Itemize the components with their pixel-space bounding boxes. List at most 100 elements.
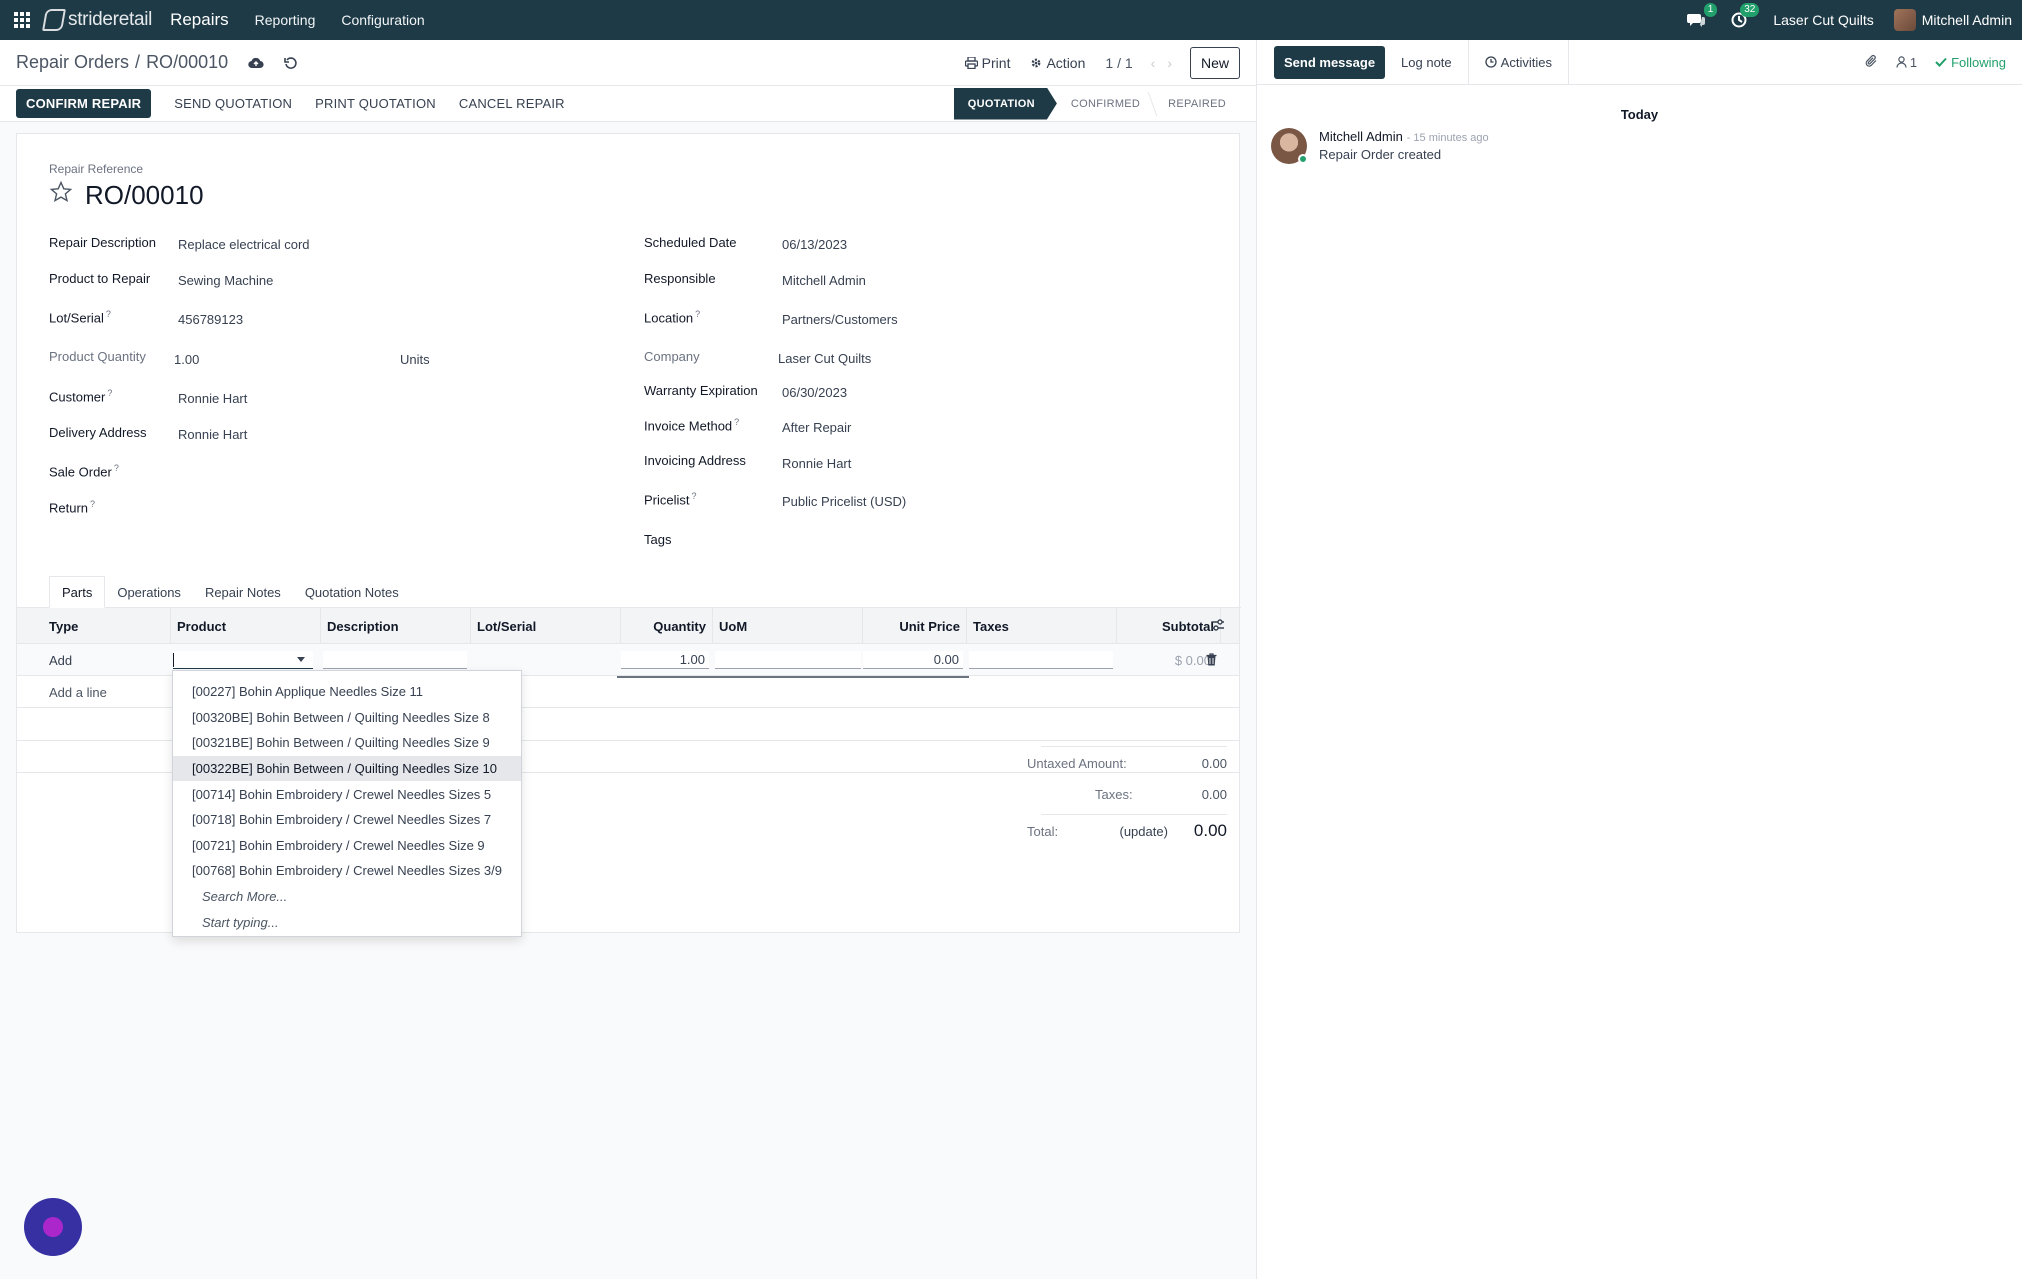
send-message-button[interactable]: Send message [1274, 45, 1386, 79]
author-avatar[interactable] [1271, 128, 1308, 164]
field-product-quantity[interactable]: 1.00 [174, 352, 199, 367]
action-button[interactable]: Action [1030, 55, 1085, 71]
field-location[interactable]: Partners/Customers [782, 312, 898, 327]
message-author[interactable]: Mitchell Admin [1319, 129, 1403, 144]
cancel-repair-button[interactable]: CANCEL REPAIR [459, 96, 565, 111]
stage-repaired[interactable]: REPAIRED [1154, 88, 1240, 120]
activities-menu[interactable]: 32 [1731, 3, 1760, 28]
pager-value[interactable]: 1 / 1 [1105, 55, 1132, 71]
field-lot-serial[interactable]: 456789123 [178, 312, 243, 327]
untaxed-value: 0.00 [1201, 756, 1227, 771]
save-cloud-icon[interactable] [248, 57, 264, 69]
dropdown-option[interactable]: [00768] Bohin Embroidery / Crewel Needle… [173, 858, 521, 884]
stage-confirmed[interactable]: CONFIRMED [1057, 88, 1154, 120]
online-status-dot [1298, 154, 1308, 164]
column-subtotal[interactable]: Subtotal [1117, 608, 1221, 644]
stage-quotation[interactable]: QUOTATION [954, 88, 1057, 120]
caret-down-icon[interactable] [297, 657, 305, 662]
taxes-input[interactable] [969, 651, 1113, 669]
dropdown-option[interactable]: [00320BE] Bohin Between / Quilting Needl… [173, 705, 521, 731]
dropdown-option[interactable]: [00721] Bohin Embroidery / Crewel Needle… [173, 833, 521, 859]
column-product[interactable]: Product [171, 608, 321, 644]
trash-icon[interactable] [1206, 653, 1217, 669]
unit-price-input[interactable]: 0.00 [863, 651, 963, 669]
column-uom[interactable]: UoM [713, 608, 863, 644]
dropdown-option-highlighted[interactable]: [00322BE] Bohin Between / Quilting Needl… [173, 755, 521, 782]
user-menu[interactable]: Mitchell Admin [1893, 9, 2012, 31]
sale-order-label-text: Sale Order [49, 464, 112, 480]
help-mark[interactable]: ? [107, 388, 112, 398]
field-responsible[interactable]: Mitchell Admin [782, 273, 866, 288]
print-quotation-button[interactable]: PRINT QUOTATION [315, 96, 436, 111]
brand-logo[interactable]: strideretail [42, 9, 152, 31]
field-product-uom[interactable]: Units [400, 352, 430, 367]
new-button[interactable]: New [1189, 46, 1240, 79]
chatter-panel: Send message Log note Activities 1 Follo… [1256, 39, 2022, 1279]
uom-input[interactable] [715, 651, 861, 669]
column-lot-serial[interactable]: Lot/Serial [471, 608, 621, 644]
dropdown-option[interactable]: [00718] Bohin Embroidery / Crewel Needle… [173, 807, 521, 833]
tab-parts[interactable]: Parts [49, 576, 106, 608]
add-a-line-link[interactable]: Add a line [49, 676, 107, 708]
dropdown-option[interactable]: [00321BE] Bohin Between / Quilting Needl… [173, 730, 521, 756]
field-repair-description[interactable]: Replace electrical cord [178, 237, 310, 252]
confirm-repair-button[interactable]: CONFIRM REPAIR [16, 89, 152, 118]
apps-menu-icon[interactable] [0, 0, 44, 40]
field-warranty-expiration[interactable]: 06/30/2023 [782, 385, 847, 400]
field-scheduled-date[interactable]: 06/13/2023 [782, 237, 847, 252]
followers-button[interactable]: 1 [1896, 55, 1917, 70]
following-button[interactable]: Following [1935, 55, 2006, 70]
tab-operations[interactable]: Operations [105, 576, 193, 608]
top-navbar: strideretail Repairs Reporting Configura… [0, 0, 2022, 40]
description-input[interactable] [323, 651, 467, 669]
lot-serial-label-text: Lot/Serial [49, 310, 104, 326]
company-switcher[interactable]: Laser Cut Quilts [1773, 12, 1873, 28]
field-invoice-method[interactable]: After Repair [782, 420, 851, 435]
field-invoicing-address[interactable]: Ronnie Hart [782, 456, 851, 471]
status-bar: CONFIRM REPAIR SEND QUOTATION PRINT QUOT… [0, 86, 1256, 122]
column-type[interactable]: Type [17, 608, 171, 644]
column-description[interactable]: Description [321, 608, 471, 644]
assistant-launcher-button[interactable] [24, 1198, 82, 1256]
nav-menu-reporting[interactable]: Reporting [255, 12, 316, 28]
breadcrumb-parent[interactable]: Repair Orders [16, 52, 129, 73]
activities-button[interactable]: Activities [1467, 39, 1569, 85]
help-mark[interactable]: ? [695, 309, 700, 319]
column-quantity[interactable]: Quantity [621, 608, 713, 644]
help-mark[interactable]: ? [106, 309, 111, 319]
dropdown-option[interactable]: [00227] Bohin Applique Needles Size 11 [173, 679, 521, 705]
field-pricelist[interactable]: Public Pricelist (USD) [782, 494, 906, 509]
tab-repair-notes[interactable]: Repair Notes [193, 576, 293, 608]
update-totals-link[interactable]: (update) [1119, 824, 1167, 839]
paperclip-icon[interactable] [1865, 54, 1878, 71]
send-quotation-button[interactable]: SEND QUOTATION [174, 96, 292, 111]
field-customer[interactable]: Ronnie Hart [178, 391, 247, 406]
field-delivery-address[interactable]: Ronnie Hart [178, 427, 247, 442]
column-unit-price[interactable]: Unit Price [863, 608, 967, 644]
help-mark[interactable]: ? [734, 417, 739, 427]
optional-columns-icon[interactable] [1211, 618, 1225, 635]
field-company[interactable]: Laser Cut Quilts [778, 351, 871, 366]
quantity-input[interactable]: 1.00 [621, 651, 709, 669]
row-type[interactable]: Add [49, 644, 72, 676]
help-mark[interactable]: ? [114, 463, 119, 473]
nav-menu-configuration[interactable]: Configuration [341, 12, 424, 28]
field-label-invoicing-address: Invoicing Address [644, 453, 746, 468]
log-note-button[interactable]: Log note [1385, 40, 1468, 85]
print-button[interactable]: Print [964, 55, 1010, 71]
totals-divider [1041, 746, 1227, 747]
pager-previous-icon[interactable]: ‹ [1151, 55, 1156, 71]
column-taxes[interactable]: Taxes [967, 608, 1117, 644]
favorite-star-icon[interactable] [49, 180, 73, 207]
field-product-to-repair[interactable]: Sewing Machine [178, 273, 273, 288]
dropdown-option[interactable]: [00714] Bohin Embroidery / Crewel Needle… [173, 781, 521, 807]
nav-app-name[interactable]: Repairs [170, 10, 229, 30]
pager-next-icon[interactable]: › [1167, 55, 1172, 71]
help-mark[interactable]: ? [692, 491, 697, 501]
messaging-menu[interactable]: 1 [1687, 3, 1718, 28]
help-mark[interactable]: ? [90, 499, 95, 509]
search-more-link[interactable]: Search More... [173, 884, 521, 910]
product-input[interactable] [173, 651, 313, 669]
tab-quotation-notes[interactable]: Quotation Notes [293, 576, 411, 608]
discard-changes-icon[interactable] [284, 56, 298, 70]
